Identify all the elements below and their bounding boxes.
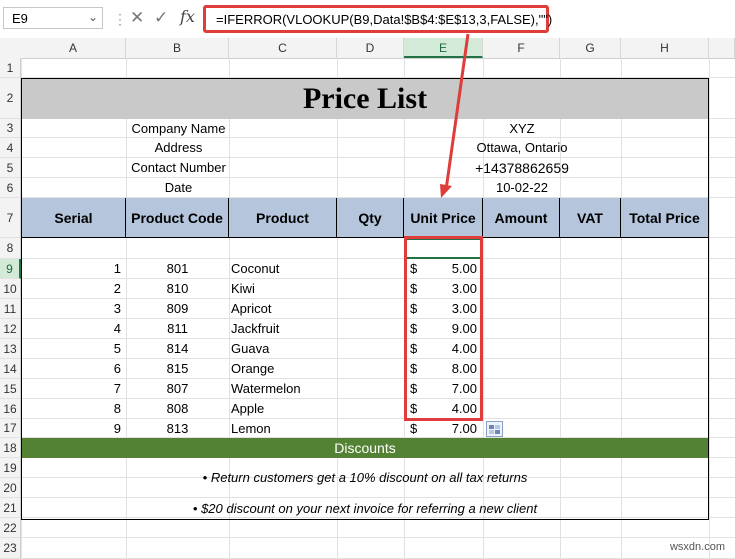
annotation-arrow [440, 33, 470, 198]
watermark: wsxdn.com [669, 541, 725, 553]
quick-analysis-icon[interactable] [486, 421, 503, 437]
